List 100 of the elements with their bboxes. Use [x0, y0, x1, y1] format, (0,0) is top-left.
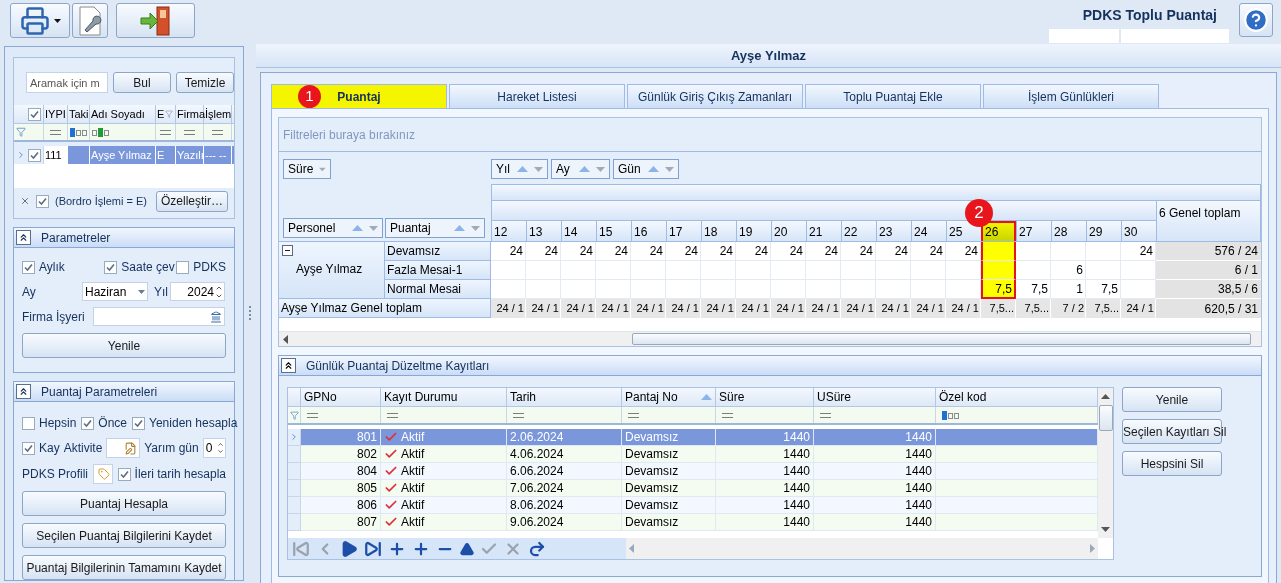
- column-header[interactable]: İşlem: [204, 105, 232, 123]
- day-header[interactable]: 26: [981, 221, 1016, 241]
- tab[interactable]: Günlük Giriş Çıkış Zamanları: [627, 84, 803, 108]
- table-row[interactable]: 805 Aktif 7.06.2024 Devamsız 1440 1440: [288, 480, 1098, 497]
- checkbox[interactable]: [132, 416, 146, 430]
- day-header[interactable]: 24: [911, 221, 946, 241]
- column-header[interactable]: E: [156, 105, 176, 123]
- day-header[interactable]: 22: [841, 221, 876, 241]
- day-header[interactable]: 20: [771, 221, 806, 241]
- column-header[interactable]: Adı Soyadı: [90, 105, 156, 123]
- tab[interactable]: 1 Puantaj: [271, 84, 447, 108]
- checkbox-label[interactable]: Kay: [39, 439, 60, 457]
- column-header[interactable]: IYPI: [44, 105, 68, 123]
- column-header[interactable]: Kayıt Durumu: [381, 388, 507, 406]
- field-button[interactable]: Personel: [283, 218, 383, 238]
- day-header[interactable]: 27: [1016, 221, 1051, 241]
- checkbox[interactable]: [117, 467, 131, 481]
- day-header[interactable]: 21: [806, 221, 841, 241]
- tab[interactable]: İşlem Günlükleri: [983, 84, 1159, 108]
- column-header[interactable]: USüre: [814, 388, 936, 406]
- year-spinner[interactable]: 2024: [170, 282, 225, 302]
- checkbox-label[interactable]: Hepsin: [39, 414, 77, 432]
- half-day-spinner[interactable]: 0: [202, 438, 226, 458]
- field-button[interactable]: Gün: [613, 159, 679, 179]
- horizontal-scrollbar[interactable]: [279, 331, 1261, 346]
- checkbox-label[interactable]: Aylık: [39, 258, 65, 277]
- company-field[interactable]: [93, 307, 225, 327]
- day-header[interactable]: 15: [596, 221, 631, 241]
- scroll-up-icon[interactable]: [1101, 394, 1110, 399]
- day-header[interactable]: 18: [701, 221, 736, 241]
- search-button[interactable]: Temizle: [176, 72, 234, 93]
- field-button[interactable]: Süre: [283, 159, 331, 179]
- spin-down-icon[interactable]: [217, 448, 224, 455]
- help-button[interactable]: [1239, 3, 1273, 37]
- field-button[interactable]: Puantaj: [385, 218, 485, 238]
- filter-cell[interactable]: [68, 124, 90, 140]
- table-row[interactable]: 804 Aktif 6.06.2024 Devamsız 1440 1440: [288, 463, 1098, 480]
- column-header[interactable]: GPNo: [301, 388, 381, 406]
- checkbox[interactable]: [22, 416, 35, 430]
- profile-field[interactable]: [93, 464, 113, 484]
- scroll-left-icon[interactable]: [283, 334, 288, 344]
- toolbar-button[interactable]: [10, 3, 70, 38]
- collapse-toggle[interactable]: [282, 245, 293, 256]
- scroll-down-icon[interactable]: [1101, 527, 1110, 532]
- checkbox[interactable]: [22, 260, 35, 274]
- scroll-thumb[interactable]: [632, 333, 1251, 345]
- action-button[interactable]: Puantaj Bilgilerinin Tamamını Kaydet: [22, 555, 226, 580]
- checkbox-label[interactable]: Saate çev: [121, 258, 175, 277]
- table-row[interactable]: 802 Aktif 4.06.2024 Devamsız 1440 1440: [288, 446, 1098, 463]
- column-header[interactable]: Tarih: [507, 388, 622, 406]
- column-header[interactable]: Pantaj No: [622, 388, 716, 406]
- checkbox[interactable]: [104, 260, 118, 274]
- day-header[interactable]: 30: [1121, 221, 1156, 241]
- customize-button[interactable]: Özelleştir…: [156, 190, 228, 212]
- table-row[interactable]: 807 Aktif 9.06.2024 Devamsız 1440 1440: [288, 514, 1098, 531]
- checkbox[interactable]: [22, 441, 35, 455]
- checkbox-label[interactable]: Önce: [98, 414, 128, 432]
- toolbar-button[interactable]: [116, 3, 195, 38]
- checkbox[interactable]: [28, 107, 41, 121]
- checkbox-label[interactable]: İleri tarih hesapla: [134, 465, 226, 483]
- column-header[interactable]: Süre: [716, 388, 814, 406]
- checkbox[interactable]: [81, 416, 95, 430]
- search-field[interactable]: Aramak için m: [26, 72, 108, 93]
- scroll-thumb[interactable]: [1098, 405, 1113, 431]
- action-button[interactable]: Hespsini Sil: [1122, 451, 1222, 476]
- month-dropdown[interactable]: Haziran: [82, 282, 148, 302]
- day-header[interactable]: 25: [946, 221, 981, 241]
- move-up-icon[interactable]: [460, 541, 474, 556]
- spin-up-icon[interactable]: [217, 441, 224, 448]
- field-button[interactable]: Yıl: [491, 159, 548, 179]
- day-header[interactable]: 28: [1051, 221, 1086, 241]
- checkbox[interactable]: [36, 194, 49, 208]
- next-record-icon[interactable]: [340, 539, 358, 558]
- activity-field[interactable]: [106, 438, 141, 458]
- last-record-icon[interactable]: [364, 539, 382, 558]
- column-header[interactable]: Taki: [68, 105, 90, 123]
- splitter-handle[interactable]: [249, 305, 251, 320]
- table-row[interactable]: 806 Aktif 8.06.2024 Devamsız 1440 1440: [288, 497, 1098, 514]
- tab[interactable]: Hareket Listesi: [449, 84, 625, 108]
- day-header[interactable]: 19: [736, 221, 771, 241]
- day-header[interactable]: 29: [1086, 221, 1121, 241]
- day-header[interactable]: 13: [526, 221, 561, 241]
- day-header[interactable]: 23: [876, 221, 911, 241]
- filter-cell[interactable]: [90, 124, 156, 140]
- refresh-button[interactable]: Yenile: [22, 333, 226, 359]
- action-button[interactable]: Yenile: [1122, 387, 1222, 412]
- checkbox[interactable]: [28, 148, 41, 162]
- day-header[interactable]: 16: [631, 221, 666, 241]
- search-button[interactable]: Bul: [113, 72, 171, 93]
- day-header[interactable]: 14: [561, 221, 596, 241]
- toolbar-button[interactable]: [72, 3, 108, 38]
- checkbox[interactable]: [176, 260, 190, 274]
- checkbox-label[interactable]: Yeniden hesapla: [149, 414, 238, 432]
- action-button[interactable]: Seçilen Puantaj Bilgilerini Kaydet: [22, 523, 226, 548]
- table-row[interactable]: 111 Ayşe Yılmaz E Yazılı--- --: [14, 146, 234, 164]
- day-header[interactable]: 17: [666, 221, 701, 241]
- clear-filter-icon[interactable]: [20, 196, 30, 206]
- vertical-scrollbar[interactable]: [1098, 388, 1113, 538]
- column-header[interactable]: Firma: [176, 105, 204, 123]
- action-button[interactable]: Puantaj Hesapla: [22, 491, 226, 516]
